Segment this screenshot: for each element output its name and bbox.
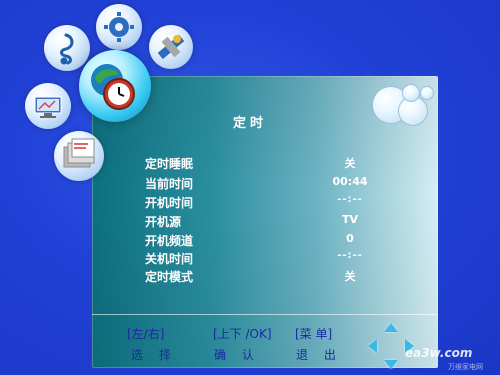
bubble-decoration [402, 84, 420, 102]
help-key-left-right: [左/右] [127, 327, 165, 341]
help-key-up-down-ok: [上下 /OK] [213, 327, 272, 341]
row-label: 定时模式 [145, 270, 194, 284]
row-value: --:-- [337, 194, 363, 205]
menu-row-power-on-channel[interactable]: 开机频道 0 [145, 232, 405, 250]
row-value: TV [341, 213, 359, 226]
help-key-menu: [菜 单] [295, 327, 333, 341]
row-label: 开机源 [145, 215, 182, 229]
bubble-decoration [420, 86, 434, 100]
help-action-exit: 退 出 [296, 348, 342, 362]
menu-row-sleep-timer[interactable]: 定时睡眠 关 [145, 155, 405, 173]
clock-globe-icon [91, 64, 135, 110]
watermark-subtitle: 万维家电网 [448, 363, 483, 371]
arrow-left-icon [368, 339, 377, 353]
folders-icon [63, 138, 95, 168]
row-label: 开机时间 [145, 196, 194, 210]
menu-row-power-on-time[interactable]: 开机时间 --:-- [145, 194, 405, 212]
help-action-select: 选 择 [131, 348, 177, 362]
row-label: 当前时间 [145, 177, 194, 191]
monitor-icon [34, 96, 62, 118]
row-value: 00:44 [332, 175, 368, 188]
row-label: 关机时间 [145, 252, 194, 266]
satellite-icon [157, 34, 185, 60]
source-menu-button[interactable] [54, 131, 104, 181]
watermark-logo: ea3w.com [405, 346, 473, 360]
row-value: 关 [344, 157, 356, 170]
menu-row-power-off-time[interactable]: 关机时间 --:-- [145, 250, 405, 268]
arrow-up-icon [384, 323, 398, 332]
menu-row-timer-mode[interactable]: 定时模式 关 [145, 268, 405, 286]
arrow-down-icon [384, 360, 398, 369]
row-value: 关 [344, 270, 356, 283]
menu-row-power-on-source[interactable]: 开机源 TV [145, 213, 405, 231]
settings-menu-button[interactable] [96, 4, 142, 50]
menu-row-current-time[interactable]: 当前时间 00:44 [145, 175, 405, 193]
gear-icon [104, 12, 134, 42]
picture-menu-button[interactable] [25, 83, 71, 129]
timer-menu-button[interactable] [79, 50, 151, 122]
channel-menu-button[interactable] [149, 25, 193, 69]
row-label: 定时睡眠 [145, 157, 194, 171]
help-divider [92, 314, 438, 315]
row-value: --:-- [337, 250, 363, 261]
row-label: 开机频道 [145, 234, 194, 248]
row-value: 0 [346, 232, 354, 245]
help-action-confirm: 确 认 [214, 348, 260, 362]
menu-title: 定时 [232, 116, 267, 131]
